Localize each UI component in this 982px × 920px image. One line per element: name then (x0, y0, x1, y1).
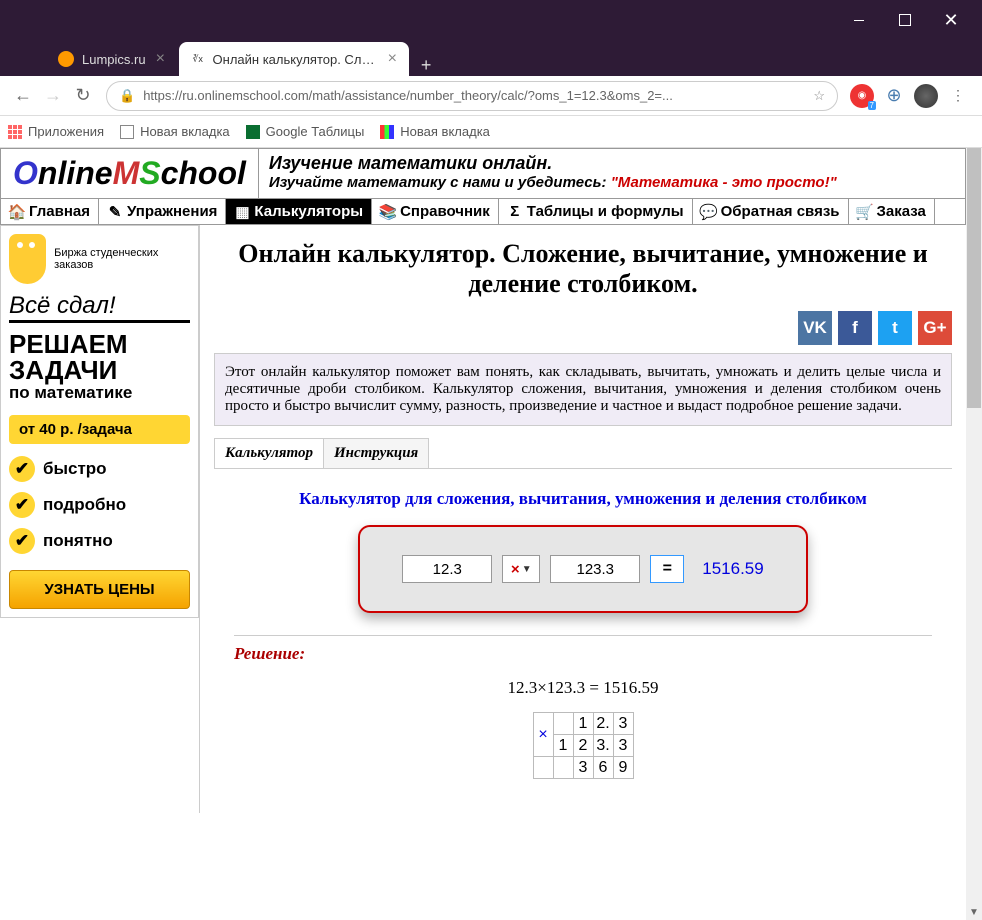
price-banner: от 40 р. /задача (9, 415, 190, 444)
check-icon: ✔ (9, 492, 35, 518)
tab-label: Lumpics.ru (82, 52, 146, 67)
close-tab-icon[interactable]: × (388, 50, 397, 68)
feature-item: ✔быстро (9, 456, 190, 482)
nav-exercises[interactable]: ✎Упражнения (99, 199, 226, 224)
tab-label: Онлайн калькулятор. Сложение (213, 52, 378, 67)
cart-icon: 🛒 (857, 204, 873, 220)
operand1-input[interactable] (402, 555, 492, 583)
apps-shortcut[interactable]: Приложения (8, 124, 104, 139)
share-vk[interactable]: VK (798, 311, 832, 345)
scroll-down-icon[interactable]: ▼ (966, 904, 982, 920)
operator-select[interactable]: ×▼ (502, 555, 540, 583)
nav-home[interactable]: 🏠Главная (1, 199, 99, 224)
sidebar-ad[interactable]: Биржа студенческих заказов Всё сдал! РЕШ… (0, 225, 199, 618)
sidebar: Биржа студенческих заказов Всё сдал! РЕШ… (0, 225, 200, 813)
share-facebook[interactable]: f (838, 311, 872, 345)
window-minimize[interactable] (836, 4, 882, 36)
bookmarks-bar: Приложения Новая вкладка Google Таблицы … (0, 116, 982, 148)
browser-tab-lumpics[interactable]: Lumpics.ru × (46, 42, 177, 76)
nav-order[interactable]: 🛒Заказа (849, 199, 935, 224)
feature-item: ✔понятно (9, 528, 190, 554)
window-maximize[interactable] (882, 4, 928, 36)
sigma-icon: Σ (507, 204, 523, 220)
vertical-scrollbar[interactable]: ▲ ▼ (966, 148, 982, 920)
browser-tab-calculator[interactable]: ∛x Онлайн калькулятор. Сложение × (179, 42, 409, 76)
page-icon (120, 125, 134, 139)
favicon-icon (58, 51, 74, 67)
tab-calculator[interactable]: Калькулятор (214, 438, 324, 468)
address-bar: ← → ↻ 🔒 https://ru.onlinemschool.com/mat… (0, 76, 982, 116)
browser-tabs: Lumpics.ru × ∛x Онлайн калькулятор. Слож… (0, 40, 982, 76)
sheets-icon (246, 125, 260, 139)
reload-button[interactable]: ↻ (68, 81, 98, 111)
url-input[interactable]: 🔒 https://ru.onlinemschool.com/math/assi… (106, 81, 838, 111)
close-tab-icon[interactable]: × (156, 50, 165, 68)
nav-reference[interactable]: 📚Справочник (372, 199, 499, 224)
page-title: Онлайн калькулятор. Сложение, вычитание,… (214, 239, 952, 299)
calculation-result: 1516.59 (702, 559, 763, 579)
url-text: https://ru.onlinemschool.com/math/assist… (143, 88, 813, 103)
solution-equation: 12.3×123.3 = 1516.59 (234, 678, 932, 698)
check-icon: ✔ (9, 456, 35, 482)
back-button[interactable]: ← (8, 81, 38, 111)
nav-calculators[interactable]: ▦Калькуляторы (226, 199, 372, 224)
scroll-thumb[interactable] (967, 148, 981, 408)
intro-text: Этот онлайн калькулятор поможет вам поня… (214, 353, 952, 426)
cta-button[interactable]: УЗНАТЬ ЦЕНЫ (9, 570, 190, 609)
favicon-icon: ∛x (191, 51, 205, 67)
equals-button[interactable]: = (650, 555, 684, 583)
new-tab-button[interactable]: + (411, 55, 442, 76)
main-nav: 🏠Главная ✎Упражнения ▦Калькуляторы 📚Спра… (0, 199, 966, 225)
profile-avatar[interactable] (914, 84, 938, 108)
site-logo[interactable]: OnlineMSchool (1, 149, 259, 198)
chevron-down-icon: ▼ (522, 564, 532, 575)
browser-menu-icon[interactable]: ⋮ (946, 84, 970, 108)
bookmark-item[interactable]: Google Таблицы (246, 124, 365, 139)
feature-item: ✔подробно (9, 492, 190, 518)
page-icon (380, 125, 394, 139)
content-tabs: Калькулятор Инструкция (214, 438, 952, 469)
share-googleplus[interactable]: G+ (918, 311, 952, 345)
operand2-input[interactable] (550, 555, 640, 583)
calculator-panel: ×▼ = 1516.59 (358, 525, 807, 613)
social-share: VK f t G+ (214, 311, 952, 345)
chat-icon: 💬 (701, 204, 717, 220)
site-header: OnlineMSchool Изучение математики онлайн… (0, 148, 966, 199)
lock-icon: 🔒 (119, 88, 135, 104)
bookmark-item[interactable]: Новая вкладка (120, 124, 230, 139)
pencil-mascot-icon (9, 234, 46, 284)
calculator-icon: ▦ (234, 204, 250, 220)
tab-instruction[interactable]: Инструкция (323, 438, 429, 468)
adblock-icon[interactable]: ◉7 (850, 84, 874, 108)
nav-tables[interactable]: ΣТаблицы и формулы (499, 199, 693, 224)
share-twitter[interactable]: t (878, 311, 912, 345)
apps-icon (8, 125, 22, 139)
books-icon: 📚 (380, 204, 396, 220)
home-icon: 🏠 (9, 204, 25, 220)
calculator-title: Калькулятор для сложения, вычитания, умн… (234, 489, 932, 509)
check-icon: ✔ (9, 528, 35, 554)
site-tagline: Изучение математики онлайн. Изучайте мат… (259, 149, 965, 198)
bookmark-item[interactable]: Новая вкладка (380, 124, 490, 139)
solution-heading: Решение: (234, 635, 932, 664)
nav-feedback[interactable]: 💬Обратная связь (693, 199, 849, 224)
column-math-table: × 12.3 123.3 369 (533, 712, 634, 779)
forward-button[interactable]: → (38, 81, 68, 111)
translate-icon[interactable]: ⊕ (882, 84, 906, 108)
main-content: Онлайн калькулятор. Сложение, вычитание,… (200, 225, 966, 813)
operator-cell: × (533, 713, 553, 757)
window-close[interactable]: ✕ (928, 4, 974, 36)
pencil-icon: ✎ (107, 204, 123, 220)
bookmark-star-icon[interactable]: ☆ (813, 88, 825, 104)
